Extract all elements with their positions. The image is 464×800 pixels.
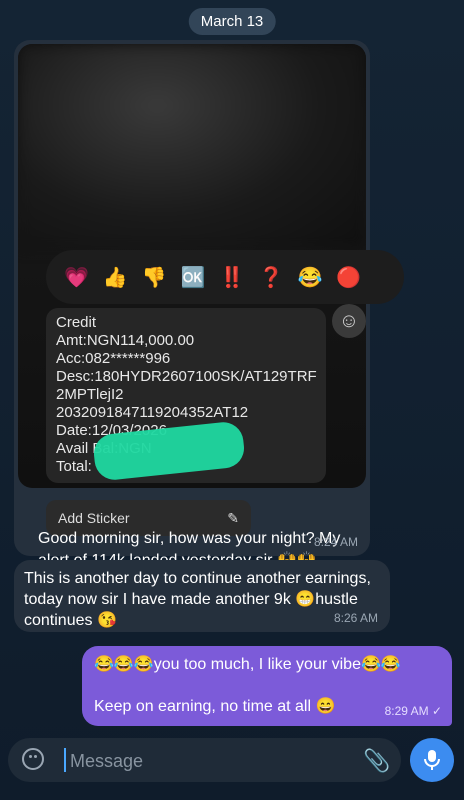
sms-line: Amt:NGN114,000.00 <box>56 332 195 349</box>
reaction-haha: 🆗 <box>180 266 206 289</box>
sms-line: 2MPTlejI2 <box>56 386 124 403</box>
paperclip-icon[interactable]: 📎 <box>363 748 390 774</box>
reaction-thumbs-down: 👎 <box>141 266 167 289</box>
blurred-area <box>18 44 366 249</box>
reaction-heart: 💗 <box>64 266 89 289</box>
message-input[interactable] <box>68 746 352 776</box>
message-text-line2: Keep on earning, no time at all 😄 <box>94 698 336 715</box>
message-time: 8:24 AM <box>313 535 358 549</box>
add-sticker-label: Add Sticker <box>58 510 130 526</box>
outgoing-message[interactable]: 😂😂😂you too much, I like your vibe😂😂 Keep… <box>82 646 452 726</box>
sticker-icon: ✎ <box>227 509 239 526</box>
mic-button[interactable] <box>410 738 454 782</box>
message-time: 8:26 AM <box>333 611 378 625</box>
reaction-thumbs-up: 👍 <box>102 266 128 289</box>
sms-line: 2032091847119204352AT12 <box>56 404 249 421</box>
date-chip: March 13 <box>188 8 276 35</box>
mic-icon <box>424 750 440 770</box>
emoji-icon[interactable] <box>22 748 44 770</box>
sms-line: Credit <box>56 314 97 331</box>
reaction-bar: 💗 👍 👎 🆗 ‼️ ❓ 😂 🔴 <box>46 250 404 304</box>
incoming-message[interactable]: This is another day to continue another … <box>14 560 390 632</box>
sms-line: Desc:180HYDR2607100SK/AT129TRF <box>56 368 317 385</box>
text-caret <box>64 748 66 772</box>
reaction-question: ❓ <box>258 266 284 289</box>
message-input-bar: 📎 <box>8 738 401 782</box>
photo-message[interactable]: 💗 👍 👎 🆗 ‼️ ❓ 😂 🔴 ☺ Credit Amt:NGN114,000… <box>14 40 404 569</box>
reaction-exclamation: ‼️ <box>219 266 245 289</box>
message-text: This is another day to continue another … <box>24 570 371 629</box>
smile-icon: ☺ <box>332 304 366 338</box>
reaction-laugh: 😂 <box>297 266 323 289</box>
message-time: 8:29 AM ✓ <box>384 704 442 718</box>
sms-line: Acc:082******996 <box>56 350 171 367</box>
reaction-more: 🔴 <box>336 266 362 289</box>
message-text-line1: 😂😂😂you too much, I like your vibe😂😂 <box>94 656 401 673</box>
